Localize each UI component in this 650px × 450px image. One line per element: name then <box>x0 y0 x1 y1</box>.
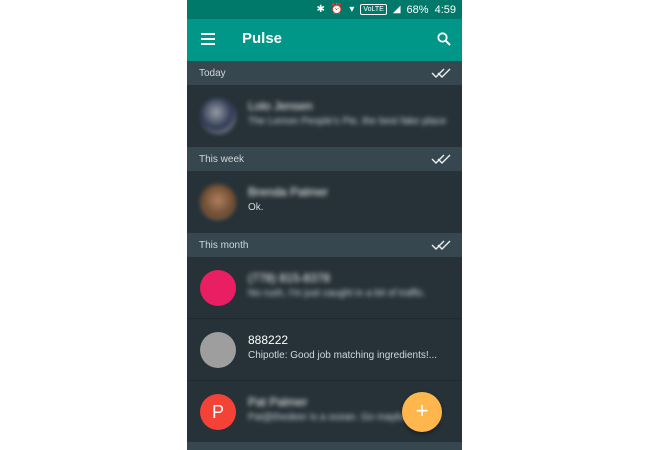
section-label: Today <box>199 68 226 79</box>
contact-name: 888222 <box>248 333 289 347</box>
wifi-icon: ▾ <box>349 4 355 15</box>
section-header-this-week: This week <box>187 147 462 171</box>
menu-icon[interactable] <box>201 33 215 45</box>
status-bar: ✱ ⏰ ▾ VoLTE ◢ 68% 4:59 <box>187 0 462 19</box>
signal-icon: ◢ <box>392 4 401 15</box>
app-title: Pulse <box>242 30 283 47</box>
conversation-row[interactable]: Lolo Jensen The Lemon People's Pie, the … <box>187 85 462 147</box>
contact-name: (778) 815-8378 <box>248 271 331 285</box>
mark-read-icon[interactable] <box>431 153 451 165</box>
clock: 4:59 <box>434 3 456 16</box>
message-snippet: The Lemon People's Pie, the best fake pl… <box>248 116 447 127</box>
avatar: P <box>200 394 236 430</box>
avatar <box>200 184 236 220</box>
message-snippet: Chipotle: Good job matching ingredients!… <box>248 350 437 361</box>
search-icon[interactable] <box>437 32 451 46</box>
contact-name: Lolo Jensen <box>248 99 313 113</box>
avatar <box>200 332 236 368</box>
bluetooth-icon: ✱ <box>316 4 325 15</box>
avatar <box>200 98 236 134</box>
section-header-today: Today <box>187 61 462 85</box>
section-header-partial <box>187 442 462 450</box>
alarm-icon: ⏰ <box>330 4 344 15</box>
section-label: This week <box>199 154 245 165</box>
mark-read-icon[interactable] <box>431 239 451 251</box>
message-snippet: No rush, I'm just caught in a bit of tra… <box>248 288 426 299</box>
conversation-row[interactable]: (778) 815-8378 No rush, I'm just caught … <box>187 257 462 319</box>
contact-name: Pat Palmer <box>248 395 308 409</box>
section-label: This month <box>199 240 249 251</box>
new-conversation-button[interactable]: + <box>402 392 442 432</box>
phone-screen: ✱ ⏰ ▾ VoLTE ◢ 68% 4:59 Pulse Today Lolo … <box>187 0 462 450</box>
avatar <box>200 270 236 306</box>
app-bar: Pulse <box>187 19 462 61</box>
contact-name: Brenda Palmer <box>248 185 329 199</box>
message-snippet: Ok. <box>248 202 264 213</box>
mark-read-icon[interactable] <box>431 67 451 79</box>
conversation-row[interactable]: 888222 Chipotle: Good job matching ingre… <box>187 319 462 381</box>
conversation-row[interactable]: Brenda Palmer Ok. <box>187 171 462 233</box>
battery-percent: 68% <box>406 3 429 16</box>
section-header-this-month: This month <box>187 233 462 257</box>
volte-badge: VoLTE <box>360 4 387 15</box>
